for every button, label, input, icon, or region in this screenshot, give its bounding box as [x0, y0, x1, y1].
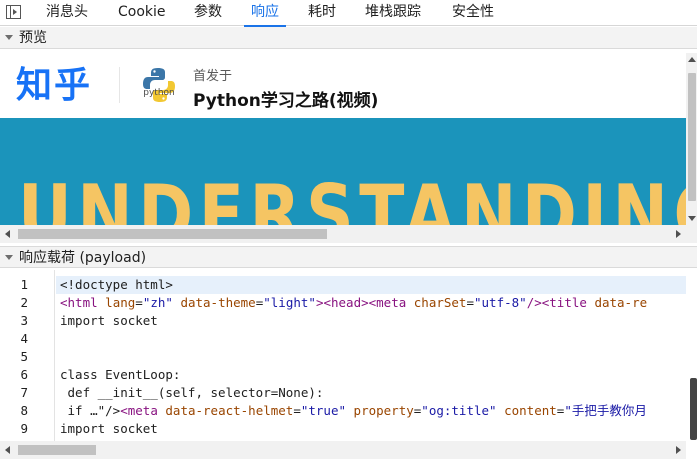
- column-name-link[interactable]: Python学习之路(视频): [193, 86, 378, 111]
- code-token: charSet: [413, 295, 467, 310]
- python-logo-icon: [143, 68, 175, 102]
- code-token: content: [504, 403, 557, 418]
- payload-section-title: 响应载荷 (payload): [19, 250, 147, 266]
- hero-title-text: UNDERSTANDING ASYNC: [18, 168, 686, 226]
- code-token: data-re: [594, 295, 648, 310]
- code-token: html: [67, 295, 98, 310]
- panel-toggle-icon[interactable]: [6, 5, 21, 19]
- code-token: <!doctype html>: [60, 277, 173, 292]
- line-number-gutter: 12345678910: [0, 270, 55, 441]
- code-token: "light": [263, 295, 316, 310]
- code-vertical-scrollbar-thumb[interactable]: [690, 378, 697, 440]
- code-token: "zh": [142, 295, 173, 310]
- tab-cookie[interactable]: Cookie: [118, 0, 166, 26]
- line-number: 3: [20, 313, 28, 328]
- tab-params[interactable]: 参数: [194, 0, 222, 26]
- line-number: 9: [20, 421, 28, 436]
- tab-headers[interactable]: 消息头: [46, 0, 88, 26]
- code-horizontal-scrollbar[interactable]: [0, 441, 686, 459]
- code-line[interactable]: <!doctype html>: [56, 276, 686, 294]
- first-published-label: 首发于: [193, 69, 233, 84]
- line-number: 6: [20, 367, 28, 382]
- payload-code-view[interactable]: 12345678910 <!doctype html><html lang="z…: [0, 270, 697, 441]
- code-token: import socket: [60, 421, 158, 436]
- line-number: 4: [20, 331, 28, 346]
- code-token: class EventLoop:: [60, 367, 181, 382]
- code-token: "true": [300, 403, 347, 418]
- scrollbar-corner: [686, 225, 697, 243]
- preview-vertical-scrollbar[interactable]: [686, 53, 697, 225]
- column-avatar[interactable]: python: [140, 66, 178, 104]
- code-token: <meta: [120, 403, 158, 418]
- code-lines[interactable]: <!doctype html> <html lang="zh" data-them…: [56, 270, 686, 441]
- code-token: data-react-helmet: [165, 403, 294, 418]
- code-token: def __init__(self, selector=None):: [60, 385, 324, 400]
- preview-section-title: 预览: [19, 30, 47, 46]
- scroll-right-arrow-icon[interactable]: [676, 446, 681, 454]
- code-line[interactable]: if …"/><meta data-react-helmet="true" pr…: [56, 402, 686, 420]
- code-line[interactable]: <html lang="zh" data-theme="light"><head…: [56, 294, 686, 312]
- code-token: "og:title": [421, 403, 497, 418]
- zhihu-logo: 知乎: [16, 65, 93, 106]
- code-token: <: [60, 295, 68, 310]
- tab-security[interactable]: 安全性: [452, 0, 494, 26]
- line-number: 7: [20, 385, 28, 400]
- scroll-right-arrow-icon[interactable]: [676, 230, 681, 238]
- scrollbar-thumb[interactable]: [18, 445, 96, 455]
- scroll-up-arrow-icon[interactable]: [688, 57, 696, 62]
- code-token: data-theme: [180, 295, 256, 310]
- scroll-left-arrow-icon[interactable]: [5, 446, 10, 454]
- code-token: "手把手教你月: [564, 403, 647, 418]
- line-number: 5: [20, 349, 28, 364]
- code-line[interactable]: def __init__(self, selector=None):: [56, 384, 686, 402]
- code-token: property: [353, 403, 414, 418]
- scroll-down-arrow-icon[interactable]: [688, 216, 696, 221]
- line-number: 2: [20, 295, 28, 310]
- code-line[interactable]: import socket: [56, 312, 686, 330]
- code-line[interactable]: class EventLoop:: [56, 366, 686, 384]
- code-token: /><title: [526, 295, 587, 310]
- code-token: =: [293, 403, 301, 418]
- preview-section-header[interactable]: 预览: [0, 27, 697, 49]
- code-token: import socket: [60, 313, 158, 328]
- line-number: 8: [20, 403, 28, 418]
- tab-stack-trace[interactable]: 堆栈跟踪: [365, 0, 421, 26]
- article-title-image: UNDERSTANDING ASYNC: [0, 118, 686, 225]
- avatar-label: python: [143, 88, 175, 98]
- code-line[interactable]: [56, 348, 686, 366]
- response-tabbar: 消息头 Cookie 参数 响应 耗时 堆栈跟踪 安全性: [0, 0, 697, 27]
- code-line[interactable]: import socket: [56, 420, 686, 438]
- collapse-caret-icon[interactable]: [5, 35, 13, 40]
- code-token: "utf-8": [474, 295, 527, 310]
- code-token: lang: [105, 295, 136, 310]
- scroll-left-arrow-icon[interactable]: [5, 230, 10, 238]
- code-token: =: [466, 295, 474, 310]
- code-token: ><head><meta: [315, 295, 407, 310]
- scrollbar-thumb[interactable]: [688, 73, 696, 201]
- scrollbar-thumb[interactable]: [18, 229, 327, 239]
- payload-section-header[interactable]: 响应载荷 (payload): [0, 246, 697, 268]
- tab-timings[interactable]: 耗时: [308, 0, 336, 26]
- code-token: if …"/>: [60, 403, 121, 418]
- code-token: =: [135, 295, 143, 310]
- response-preview: 知乎 python 首发于 Python学习之路(视频) UNDERSTANDI…: [0, 53, 697, 225]
- header-divider: [119, 67, 120, 103]
- code-line[interactable]: [56, 330, 686, 348]
- collapse-caret-icon[interactable]: [5, 255, 13, 260]
- preview-horizontal-scrollbar[interactable]: [0, 225, 686, 243]
- tab-response[interactable]: 响应: [244, 0, 286, 27]
- line-number: 1: [20, 277, 28, 292]
